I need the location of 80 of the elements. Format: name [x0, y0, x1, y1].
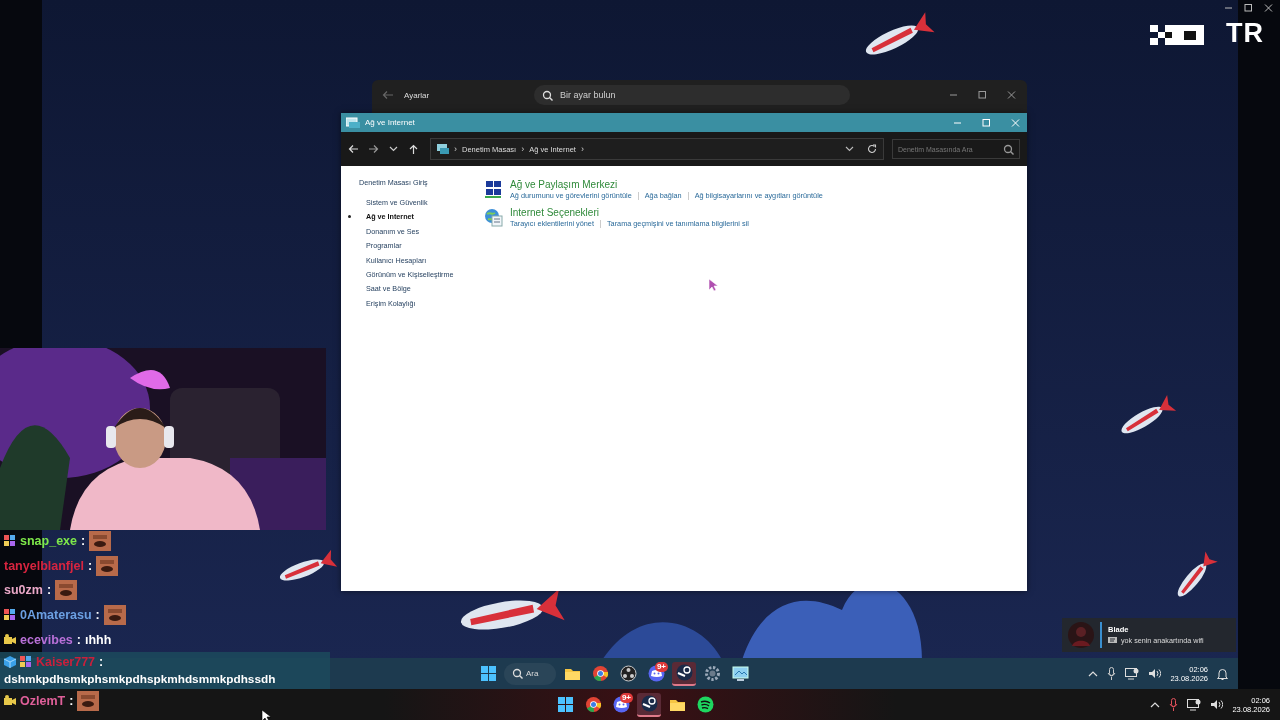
- chat-username[interactable]: OzlemT: [20, 694, 66, 709]
- chat-app-button[interactable]: 9+: [644, 661, 668, 686]
- chevron-down-icon[interactable]: [388, 144, 399, 154]
- badge-grid-icon: [4, 609, 16, 622]
- breadcrumb-separator[interactable]: ›: [580, 144, 584, 154]
- windows-logo-icon: [556, 696, 574, 713]
- chat-separator: :: [95, 608, 100, 623]
- close-icon[interactable]: [1263, 3, 1274, 13]
- search-icon: [512, 668, 523, 679]
- search-field[interactable]: Bir ayar bulun: [534, 85, 850, 105]
- badge-grid-icon: [4, 535, 16, 548]
- mouse-cursor-icon: [708, 278, 718, 292]
- category-link[interactable]: Ağ ve Paylaşım Merkezi: [510, 179, 823, 190]
- chat-separator: :: [81, 534, 86, 549]
- chevron-up-icon[interactable]: [1150, 701, 1161, 708]
- monitor-icon: [731, 665, 749, 682]
- browser-icon: [591, 665, 609, 682]
- maximize-icon[interactable]: [977, 90, 988, 100]
- chat-separator: :: [76, 632, 81, 647]
- network-computers-icon: [484, 180, 503, 199]
- search-icon: [542, 89, 553, 101]
- game-launcher-button[interactable]: [637, 692, 661, 717]
- control-panel-icon: [437, 144, 449, 154]
- chat-message: ıhhh: [85, 632, 112, 647]
- chat-username[interactable]: 0Amaterasu: [20, 608, 92, 623]
- recorder-icon: [619, 665, 637, 682]
- fish-drawing: [1121, 395, 1177, 434]
- search-field[interactable]: Ara: [504, 662, 556, 685]
- browser-icon: [584, 696, 602, 713]
- camera-badge-icon: [4, 695, 16, 708]
- launcher-icon: [675, 664, 693, 681]
- sound-waves-icon: [696, 696, 714, 713]
- chevron-up-icon[interactable]: [1088, 670, 1099, 677]
- windows-logo-icon: [479, 665, 497, 682]
- mouse-cursor-icon: [261, 709, 271, 720]
- avatar-icon: [1068, 622, 1094, 648]
- volume-icon[interactable]: [1210, 699, 1224, 710]
- chat-username[interactable]: ecevibes: [20, 632, 73, 647]
- network-icon[interactable]: [1125, 667, 1140, 680]
- maximize-icon[interactable]: [1243, 3, 1254, 13]
- globe-icon: [484, 208, 503, 227]
- window-title: Ayarlar: [404, 90, 431, 100]
- search-icon: [1003, 143, 1014, 155]
- breadcrumb-separator: ›: [521, 144, 525, 154]
- microphone-icon[interactable]: [1169, 698, 1179, 711]
- chat-separator: :: [69, 694, 74, 709]
- refresh-icon: [867, 144, 877, 154]
- window-title: Ağ ve Internet: [365, 118, 416, 127]
- breadcrumb-separator: ›: [454, 144, 457, 154]
- chat-username[interactable]: su0zm: [4, 583, 43, 598]
- chevron-down-icon: [845, 146, 854, 152]
- fish-drawing: [279, 549, 338, 581]
- notification-bell-icon[interactable]: [1217, 667, 1228, 680]
- control-panel-icon: [346, 117, 360, 128]
- fish-drawing: [865, 12, 935, 55]
- fish-drawing: [1177, 551, 1218, 597]
- chat-message: dshmkpdhsmkphsmkpdhspkmhdsmmkpdhssdh: [4, 671, 277, 686]
- microphone-icon[interactable]: [1107, 667, 1117, 680]
- chat-separator: :: [87, 558, 93, 573]
- category-link[interactable]: Internet Seçenekleri: [510, 207, 749, 218]
- badge-grid-icon: [20, 655, 32, 668]
- chat-app-button[interactable]: 9+: [609, 692, 633, 717]
- volume-icon[interactable]: [1148, 668, 1162, 679]
- logo-text: TR: [1226, 18, 1264, 49]
- chat-username[interactable]: snap_exe: [20, 534, 77, 549]
- up-arrow-icon[interactable]: [408, 144, 419, 154]
- camera-badge-icon: [4, 633, 16, 646]
- message-icon: [1108, 637, 1117, 644]
- forward-arrow-icon[interactable]: [368, 144, 379, 154]
- launcher-icon: [640, 695, 658, 712]
- network-icon[interactable]: [1187, 698, 1202, 711]
- chat-separator: :: [46, 583, 52, 598]
- notification-badge: 9+: [654, 661, 668, 672]
- chat-separator: :: [99, 654, 104, 669]
- close-icon[interactable]: [1006, 90, 1017, 100]
- pixel-logo-icon: [1150, 22, 1204, 45]
- settings-icon: [703, 665, 721, 682]
- cube-badge-icon: [4, 655, 16, 668]
- game-launcher-button[interactable]: [672, 661, 696, 686]
- notification-badge: 9+: [619, 692, 633, 703]
